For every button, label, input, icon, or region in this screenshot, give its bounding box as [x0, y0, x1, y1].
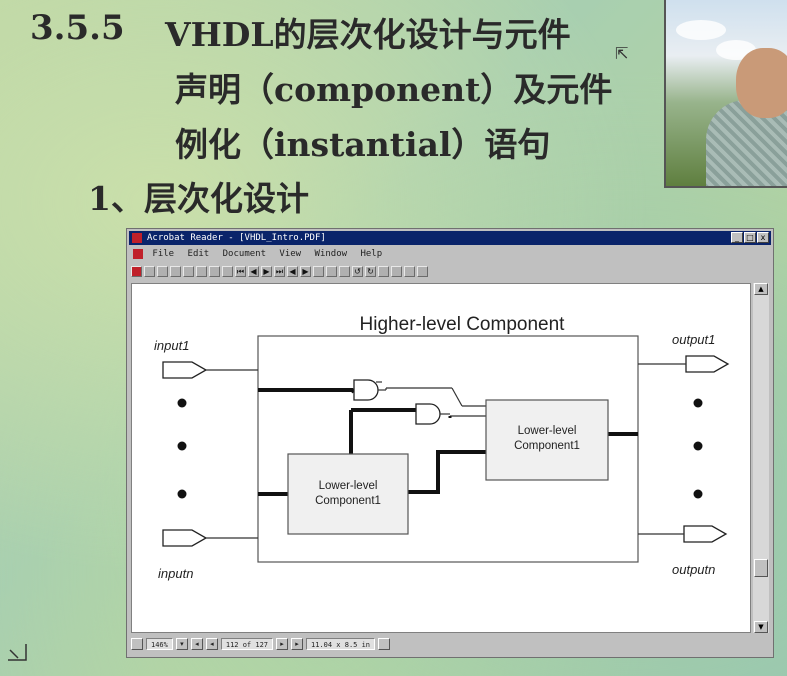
next-page-icon[interactable]: ▶	[261, 265, 272, 277]
find-icon[interactable]	[378, 265, 389, 277]
scroll-thumb[interactable]	[754, 559, 768, 577]
section-number: 3.5.5	[30, 8, 125, 48]
hand-tool-icon[interactable]	[196, 265, 207, 277]
presenter-video	[664, 0, 787, 188]
fit-width-icon[interactable]	[339, 265, 350, 277]
document-page: Higher-level Component input1 inputn out…	[131, 283, 751, 633]
last-page-icon[interactable]: ⏭	[274, 265, 285, 277]
ellipsis-dot	[177, 398, 187, 408]
input-port-bottom	[162, 529, 208, 547]
lower-right-label-1: Lower-level	[518, 425, 577, 437]
zoom-level[interactable]: 146%	[146, 638, 173, 650]
scroll-down-icon[interactable]: ▼	[754, 621, 768, 633]
page-indicator[interactable]: 112 of 127	[220, 638, 274, 650]
document-icon	[133, 248, 143, 259]
subheading: 1、层次化设计	[88, 179, 309, 218]
title-line-2: 声明（component）及元件	[175, 70, 613, 109]
lower-right-label-2: Component1	[514, 440, 580, 452]
lower-left-label-1: Lower-level	[319, 480, 378, 492]
fit-page-icon[interactable]	[326, 265, 337, 277]
pointer-cursor-icon: ⇱	[615, 44, 629, 63]
pages-icon[interactable]	[183, 265, 194, 277]
hierarchy-diagram: Higher-level Component input1 inputn out…	[154, 314, 730, 581]
menu-document[interactable]: Document	[223, 247, 266, 261]
last-page-status-icon[interactable]: ▸	[291, 638, 304, 650]
scroll-up-icon[interactable]: ▲	[754, 283, 768, 295]
ellipsis-dot	[693, 398, 703, 408]
menu-view[interactable]: View	[279, 247, 301, 261]
prev-page-status-icon[interactable]: ◂	[205, 638, 218, 650]
page-size: 11.04 x 8.5 in	[306, 638, 376, 650]
status-menu-icon[interactable]	[378, 638, 391, 650]
next-page-status-icon[interactable]: ▸	[276, 638, 289, 650]
acrobat-app-icon	[132, 233, 142, 243]
back-icon[interactable]: ◀	[287, 265, 298, 277]
ellipsis-dot	[693, 441, 703, 451]
text-select-icon[interactable]	[222, 265, 233, 277]
input-port-top	[162, 361, 208, 379]
search-results-icon[interactable]	[404, 265, 415, 277]
and-gate-icon	[415, 403, 441, 425]
acrobat-titlebar[interactable]: Acrobat Reader - [VHDL_Intro.PDF] _ □ x	[129, 231, 771, 245]
menu-bar: File Edit Document View Window Help	[129, 247, 771, 261]
zoom-menu-icon[interactable]: ▾	[175, 638, 188, 650]
output-port-bottom	[683, 525, 728, 543]
maximize-icon[interactable]: □	[744, 232, 756, 243]
title-line-1: VHDL的层次化设计与元件	[165, 15, 571, 54]
vertical-scrollbar[interactable]: ▲ ▼	[753, 283, 769, 633]
status-bar: 146% ▾ ◂ ◂ 112 of 127 ▸ ▸ 11.04 x 8.5 in	[131, 635, 769, 653]
menu-help[interactable]: Help	[360, 247, 382, 261]
ellipsis-dot	[177, 489, 187, 499]
page-layout-icon[interactable]	[131, 638, 143, 650]
rotate-left-icon[interactable]: ↺	[352, 265, 363, 277]
outputn-label: outputn	[672, 562, 715, 577]
forward-icon[interactable]: ▶	[300, 265, 311, 277]
first-page-icon[interactable]: ⏮	[235, 265, 246, 277]
output-port-top	[685, 355, 730, 373]
lower-left-label-2: Component1	[315, 495, 381, 507]
menu-edit[interactable]: Edit	[188, 247, 210, 261]
higher-level-component-label: Higher-level Component	[360, 314, 566, 335]
prev-page-icon[interactable]: ◀	[248, 265, 259, 277]
input1-label: input1	[154, 338, 189, 353]
open-icon[interactable]	[144, 265, 155, 277]
search-icon[interactable]	[391, 265, 402, 277]
ellipsis-dot	[693, 489, 703, 499]
actual-size-icon[interactable]	[313, 265, 324, 277]
rotate-right-icon[interactable]: ↻	[365, 265, 376, 277]
inputn-label: inputn	[158, 566, 193, 581]
menu-window[interactable]: Window	[315, 247, 348, 261]
minimize-icon[interactable]: _	[731, 232, 743, 243]
acrobat-logo-icon	[131, 265, 142, 277]
acrobat-title: Acrobat Reader - [VHDL_Intro.PDF]	[147, 233, 326, 243]
acrobat-window: Acrobat Reader - [VHDL_Intro.PDF] _ □ x …	[126, 228, 774, 658]
toolbar: ⏮ ◀ ▶ ⏭ ◀ ▶ ↺ ↻	[129, 263, 771, 279]
print-icon[interactable]	[170, 265, 181, 277]
web-link-icon[interactable]	[417, 265, 428, 277]
zoom-tool-icon[interactable]	[209, 265, 220, 277]
lower-level-component-left	[287, 453, 409, 535]
and-gate-icon	[353, 379, 379, 401]
first-page-status-icon[interactable]: ◂	[190, 638, 203, 650]
resize-corner-icon	[8, 644, 27, 661]
title-line-3: 例化（instantial）语句	[175, 125, 551, 164]
close-icon[interactable]: x	[757, 232, 769, 243]
ellipsis-dot	[177, 441, 187, 451]
menu-file[interactable]: File	[152, 247, 174, 261]
output1-label: output1	[672, 332, 715, 347]
save-icon[interactable]	[157, 265, 168, 277]
